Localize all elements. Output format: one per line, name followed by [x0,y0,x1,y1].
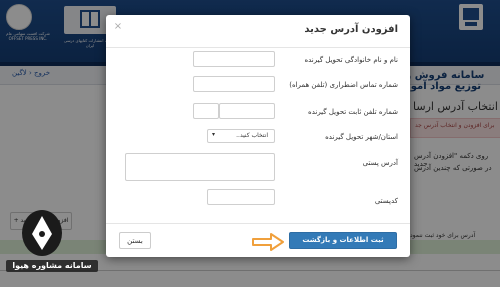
postal-address-label: آدرس پستی [362,159,398,167]
postal-code-label: کدپستی [374,197,398,205]
province-select-value: انتخاب کنید.. [236,132,268,139]
watermark-text: سامانه مشاوره هیوا [6,260,98,272]
modal-title: افزودن آدرس جدید [304,24,398,35]
modal-header: × افزودن آدرس جدید [106,15,410,48]
emergency-mobile-input[interactable] [193,76,275,92]
postal-address-textarea[interactable] [125,153,275,181]
landline-number-input[interactable] [219,103,275,119]
save-and-return-button[interactable]: ثبت اطلاعات و بازگشت [289,232,397,249]
modal-footer: بستن ثبت اطلاعات و بازگشت [106,223,410,257]
recipient-name-input[interactable] [193,51,275,67]
chevron-down-icon: ▾ [212,131,216,138]
close-icon[interactable]: × [112,21,124,33]
close-button[interactable]: بستن [119,232,151,249]
province-city-select[interactable]: انتخاب کنید.. ▾ [207,129,275,143]
pen-nib-logo [22,210,62,256]
add-address-modal: × افزودن آدرس جدید نام و نام خانوادگی تح… [106,15,410,257]
arrow-right-icon [252,233,284,251]
province-city-label: استان/شهر تحویل گیرنده [325,133,398,141]
hiva-watermark: سامانه مشاوره هیوا [4,208,100,284]
recipient-name-label: نام و نام خانوادگی تحویل گیرنده [304,56,398,64]
postal-code-input[interactable] [207,189,275,205]
area-code-input[interactable] [193,103,219,119]
landline-phone-label: شماره تلفن ثابت تحویل گیرنده [308,108,398,116]
emergency-mobile-label: شماره تماس اضطراری (تلفن همراه) [289,81,398,89]
